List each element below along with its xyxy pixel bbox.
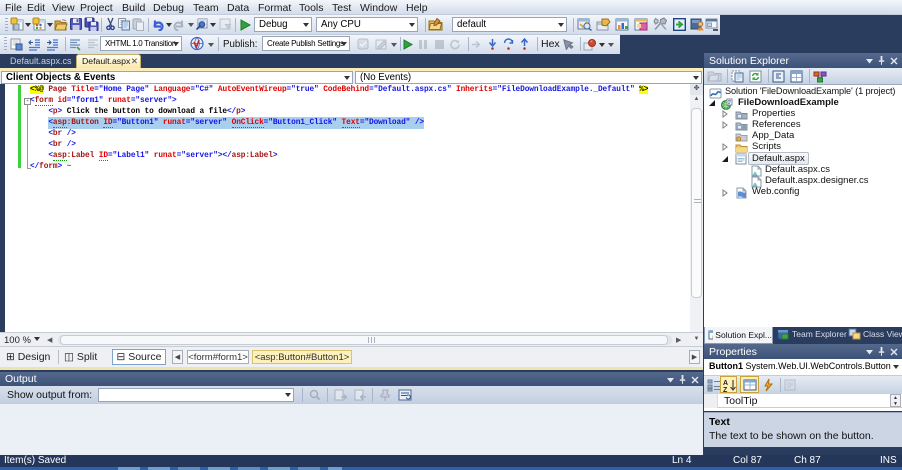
svg-text:A: A bbox=[723, 380, 728, 387]
svg-text:Z: Z bbox=[723, 387, 728, 392]
